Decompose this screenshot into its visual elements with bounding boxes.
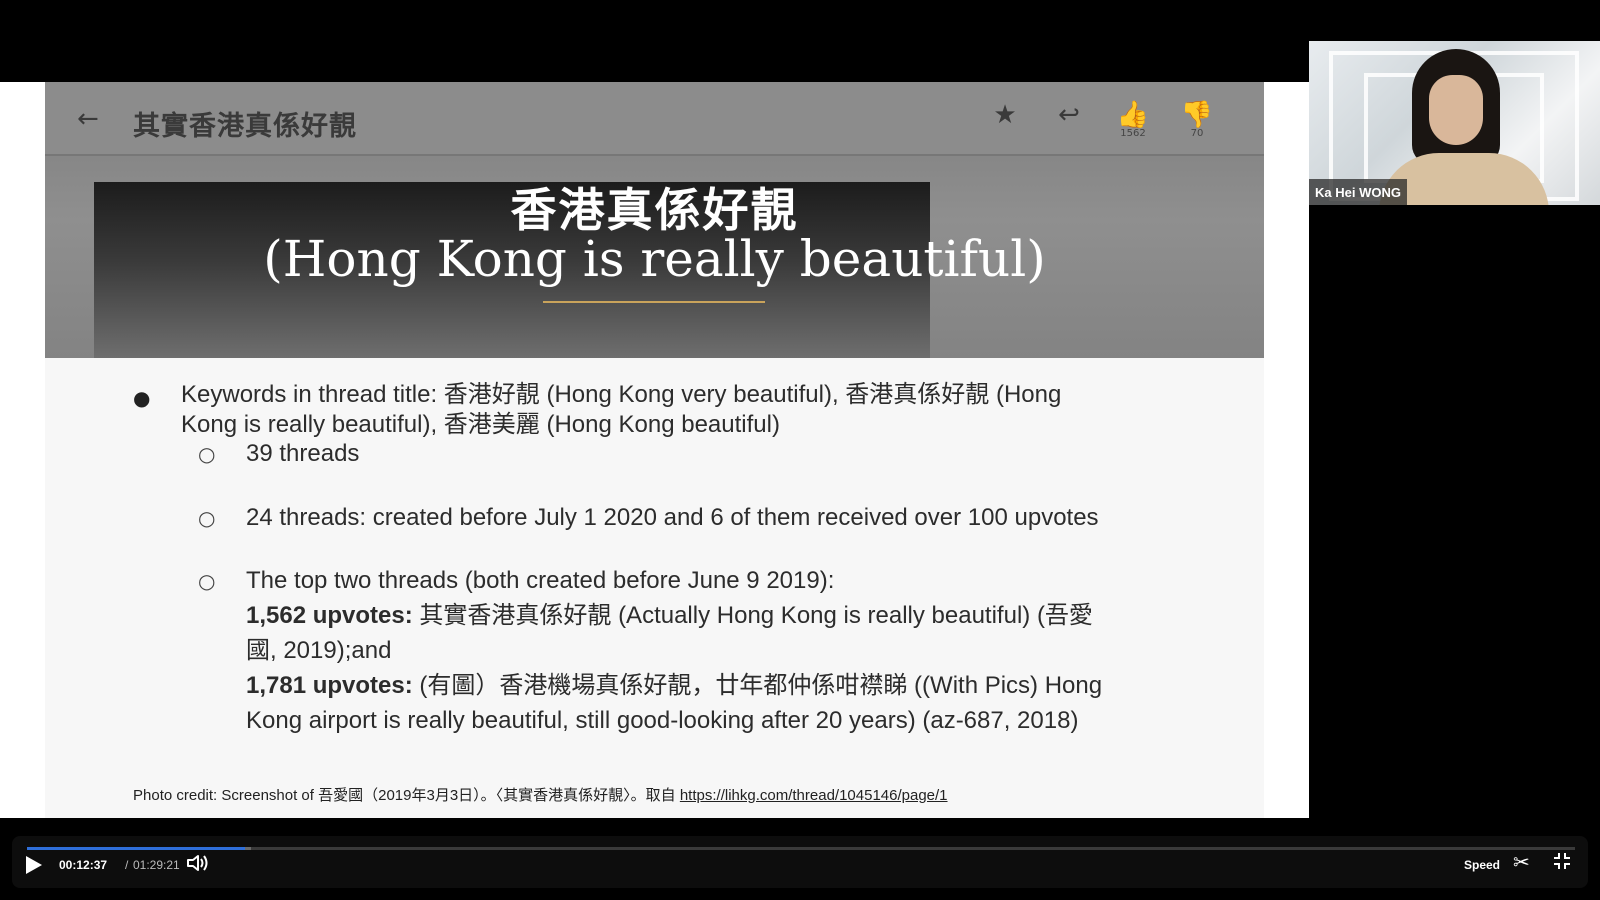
sub-bullet-3-line2: 1,562 upvotes: 其實香港真係好靚 (Actually Hong K… [246,601,1093,631]
bullet-main-line2: Kong is really beautiful), 香港美麗 (Hong Ko… [181,411,780,438]
reply-icon: ↩ [1058,100,1080,130]
upvotes-1781-label: 1,781 upvotes: [246,672,413,699]
speed-button[interactable]: Speed [1464,858,1500,872]
thumbs-down-icon: 👎 70 [1175,100,1219,139]
thread-title: 其實香港真係好靚 [133,111,357,142]
volume-icon-svg [187,855,208,871]
bullet-main-line1: Keywords in thread title: 香港好靚 (Hong Kon… [181,381,1062,408]
participant-video-tile[interactable]: Ka Hei WONG [1309,41,1600,205]
upvotes-1562-label: 1,562 upvotes: [246,602,413,629]
sub-bullet-3-line5: Kong airport is really beautiful, still … [246,707,1079,734]
current-time: 00:12:37 [59,858,108,872]
progress-played [27,847,246,850]
thread-2-title: (有圖）香港機場真係好靚，廿年都仲係咁襟睇 ((With Pics) Hong [412,672,1103,699]
exit-fullscreen-icon[interactable] [1553,852,1571,874]
photo-credit: Photo credit: Screenshot of 吾愛國（2019年3月3… [133,784,948,805]
presentation-slide: ← 其實香港真係好靚 ★ ↩ 👍 1562 👎 70 香港真係好靚 (Hong Ko… [0,82,1309,818]
slide-content: ● Keywords in thread title: 香港好靚 (Hong K… [0,358,1309,818]
sub-bullet-2: 24 threads: created before July 1 2020 a… [246,504,1099,531]
sub-bullet-3-line3: 國, 2019);and [246,637,392,664]
player-controls: 00:12:37 / 01:29:21 Speed ✂ [12,836,1588,888]
headline-underline [543,301,765,303]
thread-1-title: 其實香港真係好靚 (Actually Hong Kong is really b… [412,602,1093,629]
total-time: 01:29:21 [133,858,180,872]
thread-screenshot-banner: ← 其實香港真係好靚 ★ ↩ 👍 1562 👎 70 香港真係好靚 (Hong Ko… [45,82,1264,358]
participant-name: Ka Hei WONG [1309,179,1407,205]
sub-bullet-circle: ○ [198,506,216,530]
sub-bullet-3-line1: The top two threads (both created before… [246,567,835,594]
time-separator: / [125,858,129,872]
thumbs-up-icon: 👍 1562 [1111,100,1155,139]
arrow-left-icon: ← [77,104,99,134]
play-icon[interactable] [26,856,42,874]
photo-credit-text: Photo credit: Screenshot of 吾愛國（2019年3月3… [133,787,680,804]
photo-credit-link[interactable]: https://lihkg.com/thread/1045146/page/1 [680,787,948,804]
star-icon: ★ [993,100,1017,130]
upvote-count: 1562 [1120,128,1146,139]
headline-english: (Hong Kong is really beautiful) [263,230,1046,288]
participant-face [1429,75,1483,145]
scissors-icon[interactable]: ✂ [1513,850,1530,874]
volume-icon[interactable] [186,854,210,876]
downvote-count: 70 [1190,128,1204,139]
progress-bar[interactable] [27,847,1575,850]
exit-fullscreen-svg [1554,853,1570,869]
sub-bullet-circle: ○ [198,442,216,466]
bullet-dot: ● [133,386,151,410]
sub-bullet-3-line4: 1,781 upvotes: (有圖）香港機場真係好靚，廿年都仲係咁襟睇 ((W… [246,671,1102,701]
sub-bullet-circle: ○ [198,569,216,593]
sub-bullet-1: 39 threads [246,440,360,467]
